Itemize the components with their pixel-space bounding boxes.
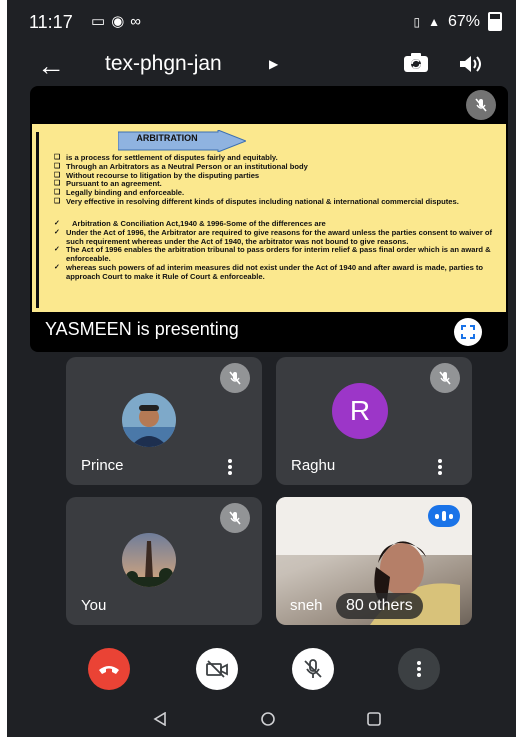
switch-camera-icon[interactable] [402,51,430,80]
avatar [122,393,176,447]
presentation-tile[interactable]: ARBITRATION is a process for settlement … [30,86,508,352]
mic-off-icon [466,90,496,120]
participant-name: You [81,597,107,614]
cast-icon: ▭ [91,13,112,30]
meet-screen: 11:17 ▭◉∞ ▯ ▲ 67% ← tex-phgn-jan ▶ ARBIT… [7,0,516,737]
camera-toggle-button[interactable] [196,648,238,690]
mic-off-icon [220,503,250,533]
notification-icons: ▭◉∞ [91,12,147,30]
participant-tile-raghu[interactable]: R Raghu [276,357,472,485]
link-icon: ∞ [130,13,147,30]
caret-right-icon[interactable]: ▶ [269,57,278,71]
avatar-letter: R [332,383,388,439]
fullscreen-icon[interactable] [454,318,482,346]
speaking-indicator-icon [428,505,460,527]
speaker-icon[interactable] [457,52,483,81]
others-count-badge[interactable]: 80 others [336,593,423,619]
slide-point: Under the Act of 1996, the Arbitrator ar… [54,228,494,247]
participant-name: Prince [81,457,124,474]
end-call-button[interactable] [88,648,130,690]
avatar [122,533,176,587]
meeting-code[interactable]: tex-phgn-jan [105,52,222,76]
participant-name: Raghu [291,457,336,474]
slide-margin-line [36,132,39,308]
vibrate-icon: ▯ [413,14,421,29]
slide-heading: ARBITRATION [136,133,198,143]
shared-slide: ARBITRATION is a process for settlement … [32,124,506,312]
battery-percent: 67% [447,12,480,30]
slide-point: whereas such powers of ad interim measur… [54,263,494,282]
back-arrow-icon[interactable]: ← [37,50,65,82]
camera-off-icon [206,660,228,678]
navigation-bar [7,700,516,737]
status-time: 11:17 [29,12,73,32]
presenting-label: YASMEEN is presenting [45,319,239,339]
nav-back-icon[interactable] [153,712,167,726]
more-options-icon[interactable] [228,459,232,475]
more-vert-icon [417,661,421,677]
nav-home-icon[interactable] [260,711,276,727]
slide-bullet-list: is a process for settlement of disputes … [54,153,494,207]
slide-point: The Act of 1996 enables the arbitration … [54,246,494,264]
slide-point-list: Arbitration & Conciliation Act,1940 & 19… [54,219,494,282]
slide-bullet: Very effective in resolving different ki… [54,197,494,207]
signal-icon: ▲ [428,14,440,29]
more-options-button[interactable] [398,648,440,690]
participant-tile-you[interactable]: You [66,497,262,625]
hang-up-icon [99,666,119,674]
app-bar: ← tex-phgn-jan ▶ [7,44,516,92]
status-right: ▯ ▲ 67% [413,12,502,31]
more-options-icon[interactable] [438,459,442,475]
battery-icon [488,12,502,31]
mic-off-icon [430,363,460,393]
mic-off-icon [220,363,250,393]
status-bar: 11:17 ▭◉∞ ▯ ▲ 67% [7,0,516,44]
mic-toggle-button[interactable] [292,648,334,690]
facebook-icon: ◉ [111,13,131,30]
participant-name: sneh [290,597,323,614]
participant-tile-others[interactable]: sneh 80 others [276,497,472,625]
participant-tile-prince[interactable]: Prince [66,357,262,485]
nav-recents-icon[interactable] [367,712,381,726]
mic-off-icon [304,659,322,678]
